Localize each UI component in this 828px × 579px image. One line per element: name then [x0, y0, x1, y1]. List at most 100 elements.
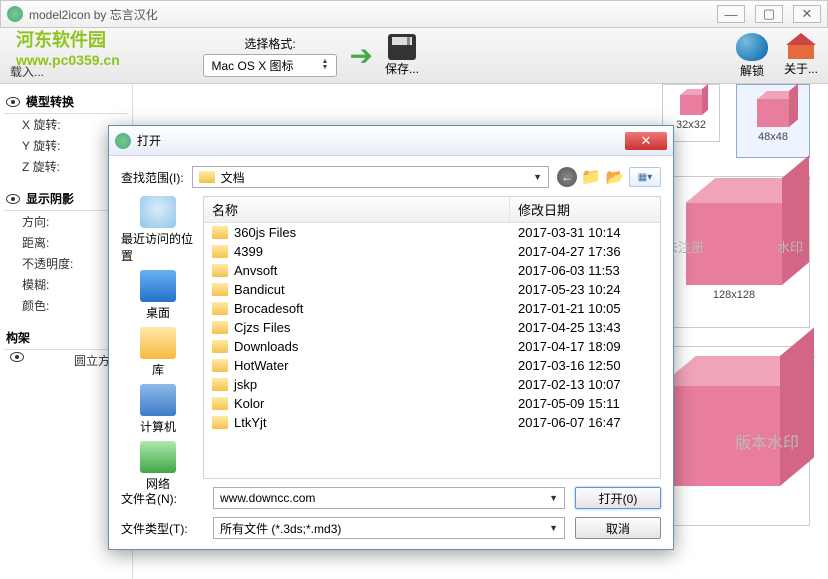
- section-frame-title: 构架: [6, 329, 30, 346]
- thumb-128[interactable]: 未注册 水印 128x128: [658, 176, 810, 328]
- file-date: 2017-02-13 10:07: [510, 376, 660, 393]
- place-libraries-label: 库: [152, 361, 164, 378]
- file-list-header: 名称 修改日期: [204, 197, 660, 223]
- file-name: 360js Files: [234, 225, 296, 240]
- nav-up-button[interactable]: 📁: [581, 167, 601, 187]
- file-name: Cjzs Files: [234, 320, 290, 335]
- eye-icon: [10, 352, 24, 362]
- thumb-48-label: 48x48: [758, 131, 788, 143]
- file-list[interactable]: 名称 修改日期 360js Files2017-03-31 10:1443992…: [203, 196, 661, 479]
- about-icon[interactable]: [786, 33, 816, 59]
- place-desktop-label: 桌面: [146, 304, 170, 321]
- y-rotate-label: Y 旋转:: [22, 137, 60, 154]
- filename-label: 文件名(N):: [121, 490, 203, 507]
- open-file-dialog: 打开 ✕ 查找范围(I): 文档 ▼ ← 📁 📂 ▦▾ 最近访问的位置 桌面 库…: [108, 125, 674, 550]
- filetype-combobox[interactable]: 所有文件 (*.3ds;*.md3) ▼: [213, 517, 565, 539]
- folder-icon: [212, 264, 228, 277]
- file-row[interactable]: LtkYjt 2017-06-07 16:47: [204, 413, 660, 432]
- eye-icon: [6, 97, 20, 107]
- z-rotate-label: Z 旋转:: [22, 158, 60, 175]
- version-watermark: 版本水印: [735, 429, 799, 453]
- file-date: 2017-06-03 11:53: [510, 262, 660, 279]
- maximize-button[interactable]: ▢: [755, 5, 783, 23]
- close-button[interactable]: ✕: [793, 5, 821, 23]
- place-computer-label: 计算机: [140, 418, 176, 435]
- file-name: 4399: [234, 244, 263, 259]
- file-name: LtkYjt: [234, 415, 267, 430]
- dialog-titlebar: 打开 ✕: [109, 126, 673, 156]
- file-row[interactable]: Anvsoft 2017-06-03 11:53: [204, 261, 660, 280]
- look-in-value: 文档: [221, 169, 245, 186]
- look-in-label: 查找范围(I):: [121, 169, 184, 186]
- look-in-combobox[interactable]: 文档 ▼: [192, 166, 549, 188]
- col-date[interactable]: 修改日期: [510, 197, 660, 222]
- open-button[interactable]: 打开(0): [575, 487, 661, 509]
- file-date: 2017-05-09 15:11: [510, 395, 660, 412]
- file-date: 2017-03-16 12:50: [510, 357, 660, 374]
- cancel-button[interactable]: 取消: [575, 517, 661, 539]
- format-combobox[interactable]: Mac OS X 图标 ▲▼: [203, 54, 338, 77]
- file-row[interactable]: HotWater 2017-03-16 12:50: [204, 356, 660, 375]
- file-row[interactable]: Kolor2017-05-09 15:11: [204, 394, 660, 413]
- nav-back-button[interactable]: ←: [557, 167, 577, 187]
- view-mode-button[interactable]: ▦▾: [629, 167, 661, 187]
- file-date: 2017-06-07 16:47: [510, 414, 660, 431]
- place-recent-label: 最近访问的位置: [121, 230, 195, 264]
- shadow-blur-label: 模糊:: [22, 276, 49, 293]
- save-icon[interactable]: [388, 34, 416, 60]
- folder-icon: [212, 416, 228, 429]
- file-name: Anvsoft: [234, 263, 277, 278]
- watermark-text-1: 河东软件园: [16, 26, 120, 52]
- file-row[interactable]: jskp 2017-02-13 10:07: [204, 375, 660, 394]
- folder-icon: [212, 302, 228, 315]
- col-name[interactable]: 名称: [204, 197, 510, 222]
- file-row[interactable]: Downloads2017-04-17 18:09: [204, 337, 660, 356]
- folder-icon: [212, 245, 228, 258]
- save-label: 保存...: [385, 60, 419, 77]
- filename-input[interactable]: www.downcc.com ▼: [213, 487, 565, 509]
- file-row[interactable]: Bandicut2017-05-23 10:24: [204, 280, 660, 299]
- window-title: model2icon by 忘言汉化: [29, 6, 717, 23]
- file-name: Brocadesoft: [234, 301, 303, 316]
- file-row[interactable]: Brocadesoft2017-01-21 10:05: [204, 299, 660, 318]
- cube-icon: [757, 99, 789, 127]
- load-button[interactable]: 载入...: [10, 63, 44, 80]
- chevron-down-icon: ▼: [549, 493, 558, 503]
- file-row[interactable]: 360js Files2017-03-31 10:14: [204, 223, 660, 242]
- place-network[interactable]: 网络: [140, 441, 176, 492]
- new-folder-button[interactable]: 📂: [605, 167, 625, 187]
- file-row[interactable]: Cjzs Files 2017-04-25 13:43: [204, 318, 660, 337]
- recent-icon: [140, 196, 176, 228]
- shadow-color-label: 颜色:: [22, 297, 49, 314]
- minimize-button[interactable]: —: [717, 5, 745, 23]
- format-value: Mac OS X 图标: [212, 57, 294, 74]
- folder-icon: [212, 340, 228, 353]
- main-toolbar: 河东软件园 www.pc0359.cn 载入... 选择格式: Mac OS X…: [0, 28, 828, 84]
- chevron-down-icon: ▼: [533, 172, 542, 182]
- thumb-128-label: 128x128: [713, 289, 755, 301]
- chevron-down-icon: ▼: [549, 523, 558, 533]
- thumb-48[interactable]: 48x48: [736, 84, 810, 158]
- file-name: HotWater: [234, 358, 288, 373]
- place-recent[interactable]: 最近访问的位置: [121, 196, 195, 264]
- file-row[interactable]: 43992017-04-27 17:36: [204, 242, 660, 261]
- cube-icon: [680, 95, 702, 115]
- place-libraries[interactable]: 库: [140, 327, 176, 378]
- file-date: 2017-04-17 18:09: [510, 338, 660, 355]
- file-name: jskp: [234, 377, 257, 392]
- place-computer[interactable]: 计算机: [140, 384, 176, 435]
- window-titlebar: model2icon by 忘言汉化 — ▢ ✕: [0, 0, 828, 28]
- eye-icon: [6, 194, 20, 204]
- combo-updown-icon: ▲▼: [322, 59, 329, 71]
- file-date: 2017-04-25 13:43: [510, 319, 660, 336]
- unlock-icon[interactable]: [736, 33, 768, 61]
- format-label: 选择格式:: [244, 35, 295, 52]
- watermark: 河东软件园 www.pc0359.cn: [16, 26, 120, 68]
- app-icon: [7, 6, 23, 22]
- folder-icon: [212, 397, 228, 410]
- dialog-close-button[interactable]: ✕: [625, 132, 667, 150]
- folder-icon: [212, 321, 228, 334]
- folder-icon: [212, 226, 228, 239]
- place-desktop[interactable]: 桌面: [140, 270, 176, 321]
- places-bar: 最近访问的位置 桌面 库 计算机 网络: [121, 196, 195, 479]
